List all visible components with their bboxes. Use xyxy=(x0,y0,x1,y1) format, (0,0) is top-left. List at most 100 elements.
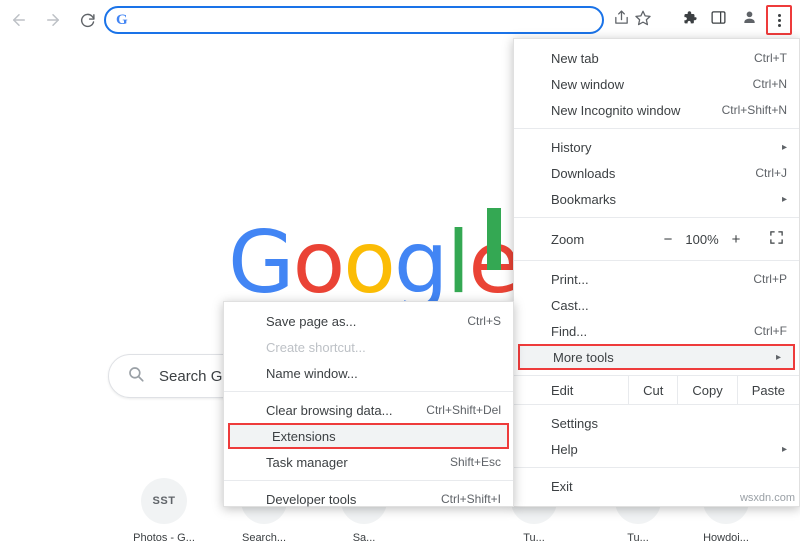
menu-item-label: History xyxy=(551,139,592,155)
menu-item-new-tab[interactable]: New tab Ctrl+T xyxy=(514,45,799,71)
reload-button[interactable] xyxy=(72,5,102,35)
menu-item-label: Cast... xyxy=(551,297,589,313)
puzzle-piece-icon xyxy=(680,9,698,32)
menu-item-label: Bookmarks xyxy=(551,191,617,207)
fullscreen-button[interactable] xyxy=(761,230,791,248)
profile-button[interactable] xyxy=(736,7,762,33)
menu-item-settings[interactable]: Settings xyxy=(514,410,799,436)
shortcut-label: Search... xyxy=(241,532,287,544)
menu-item-save-page-as[interactable]: Save page as... Ctrl+S xyxy=(224,308,513,334)
menu-item-bookmarks[interactable]: Bookmarks ▸ xyxy=(514,186,799,212)
profile-avatar-icon xyxy=(740,8,759,32)
menu-item-label: Settings xyxy=(551,415,598,431)
menu-item-label: Save page as... xyxy=(266,313,357,329)
paste-button[interactable]: Paste xyxy=(736,375,799,405)
chevron-right-icon: ▸ xyxy=(781,193,787,205)
menu-item-extensions[interactable]: Extensions xyxy=(228,423,509,449)
three-dot-menu-button[interactable] xyxy=(766,5,792,35)
back-button[interactable] xyxy=(4,5,34,35)
logo-letter: o xyxy=(292,213,346,313)
menu-item-shortcut: Ctrl+Shift+Del xyxy=(426,403,501,417)
menu-item-label: More tools xyxy=(553,349,614,365)
menu-item-help[interactable]: Help ▸ xyxy=(514,436,799,462)
chevron-right-icon: ▸ xyxy=(775,351,781,363)
page-search-placeholder: Search G xyxy=(159,367,223,385)
menu-item-label: Name window... xyxy=(266,365,358,381)
divider xyxy=(224,391,513,392)
logo-letter: G xyxy=(228,213,295,313)
menu-item-shortcut: Ctrl+J xyxy=(755,166,787,180)
zoom-in-button[interactable]: + xyxy=(725,231,747,248)
forward-button[interactable] xyxy=(38,5,68,35)
side-panel-button[interactable] xyxy=(705,7,731,33)
edit-label: Edit xyxy=(551,382,574,398)
menu-item-shortcut: Ctrl+P xyxy=(753,272,787,286)
menu-item-name-window[interactable]: Name window... xyxy=(224,360,513,386)
fullscreen-icon xyxy=(769,230,784,248)
logo-letter: g xyxy=(393,213,449,313)
google-g-icon: G xyxy=(116,11,128,28)
menu-item-label: New Incognito window xyxy=(551,102,681,118)
reload-icon xyxy=(79,12,96,29)
divider xyxy=(224,480,513,481)
shortcut-tile: SST xyxy=(141,478,187,524)
zoom-label: Zoom xyxy=(551,231,585,247)
chevron-right-icon: ▸ xyxy=(781,443,787,455)
menu-item-new-incognito-window[interactable]: New Incognito window Ctrl+Shift+N xyxy=(514,97,799,123)
zoom-out-button[interactable]: − xyxy=(657,231,679,248)
bookmark-button[interactable] xyxy=(630,7,656,33)
arrow-right-icon xyxy=(44,11,62,29)
extensions-button[interactable] xyxy=(676,7,702,33)
divider xyxy=(514,467,799,468)
menu-item-label: New tab xyxy=(551,50,599,66)
menu-item-label: Clear browsing data... xyxy=(266,402,393,418)
menu-item-label: Create shortcut... xyxy=(266,339,366,355)
share-icon xyxy=(613,9,630,31)
menu-item-downloads[interactable]: Downloads Ctrl+J xyxy=(514,160,799,186)
menu-item-history[interactable]: History ▸ xyxy=(514,134,799,160)
menu-item-find[interactable]: Find... Ctrl+F xyxy=(514,318,799,344)
menu-item-new-window[interactable]: New window Ctrl+N xyxy=(514,71,799,97)
cut-button[interactable]: Cut xyxy=(628,375,677,405)
menu-item-label: Downloads xyxy=(551,165,616,181)
menu-item-label: Help xyxy=(551,441,578,457)
logo-letter: o xyxy=(343,213,396,313)
menu-item-clear-browsing-data[interactable]: Clear browsing data... Ctrl+Shift+Del xyxy=(224,397,513,423)
chrome-main-menu: New tab Ctrl+T New window Ctrl+N New Inc… xyxy=(513,38,800,507)
menu-item-shortcut: Ctrl+N xyxy=(752,77,787,91)
browser-toolbar: G xyxy=(0,0,800,40)
search-input[interactable] xyxy=(135,11,602,29)
magnifier-icon xyxy=(127,365,145,388)
shortcut-label: Howdoi... xyxy=(703,532,749,544)
google-logo: Google xyxy=(228,220,521,306)
address-bar[interactable]: G xyxy=(104,6,604,34)
copy-button[interactable]: Copy xyxy=(677,375,736,405)
menu-row-zoom: Zoom − 100% + xyxy=(514,223,799,255)
divider xyxy=(514,128,799,129)
star-icon xyxy=(634,9,652,32)
divider xyxy=(514,217,799,218)
menu-item-print[interactable]: Print... Ctrl+P xyxy=(514,266,799,292)
menu-item-shortcut: Ctrl+T xyxy=(754,51,787,65)
shortcut-label: Tu... xyxy=(627,532,649,544)
menu-item-label: New window xyxy=(551,76,624,92)
arrow-left-icon xyxy=(10,11,28,29)
menu-item-label: Print... xyxy=(551,271,589,287)
more-tools-submenu: Save page as... Ctrl+S Create shortcut..… xyxy=(223,301,514,507)
menu-item-task-manager[interactable]: Task manager Shift+Esc xyxy=(224,449,513,475)
menu-item-shortcut: Ctrl+S xyxy=(467,314,501,328)
menu-item-shortcut: Ctrl+F xyxy=(754,324,787,338)
divider xyxy=(514,260,799,261)
menu-item-more-tools[interactable]: More tools ▸ xyxy=(518,344,795,370)
menu-item-label: Extensions xyxy=(272,428,336,444)
menu-item-label: Task manager xyxy=(266,454,348,470)
menu-item-cast[interactable]: Cast... xyxy=(514,292,799,318)
shortcut-label: Photos - G... xyxy=(133,532,195,544)
watermark: wsxdn.com xyxy=(739,492,795,504)
list-item[interactable]: SST Photos - G... xyxy=(128,478,200,544)
shortcut-label: Sa... xyxy=(352,532,376,544)
menu-item-developer-tools[interactable]: Developer tools Ctrl+Shift+I xyxy=(224,486,513,512)
side-panel-icon xyxy=(710,9,727,31)
menu-row-edit: Edit Cut Copy Paste xyxy=(514,375,799,405)
zoom-level-value: 100% xyxy=(685,231,719,247)
